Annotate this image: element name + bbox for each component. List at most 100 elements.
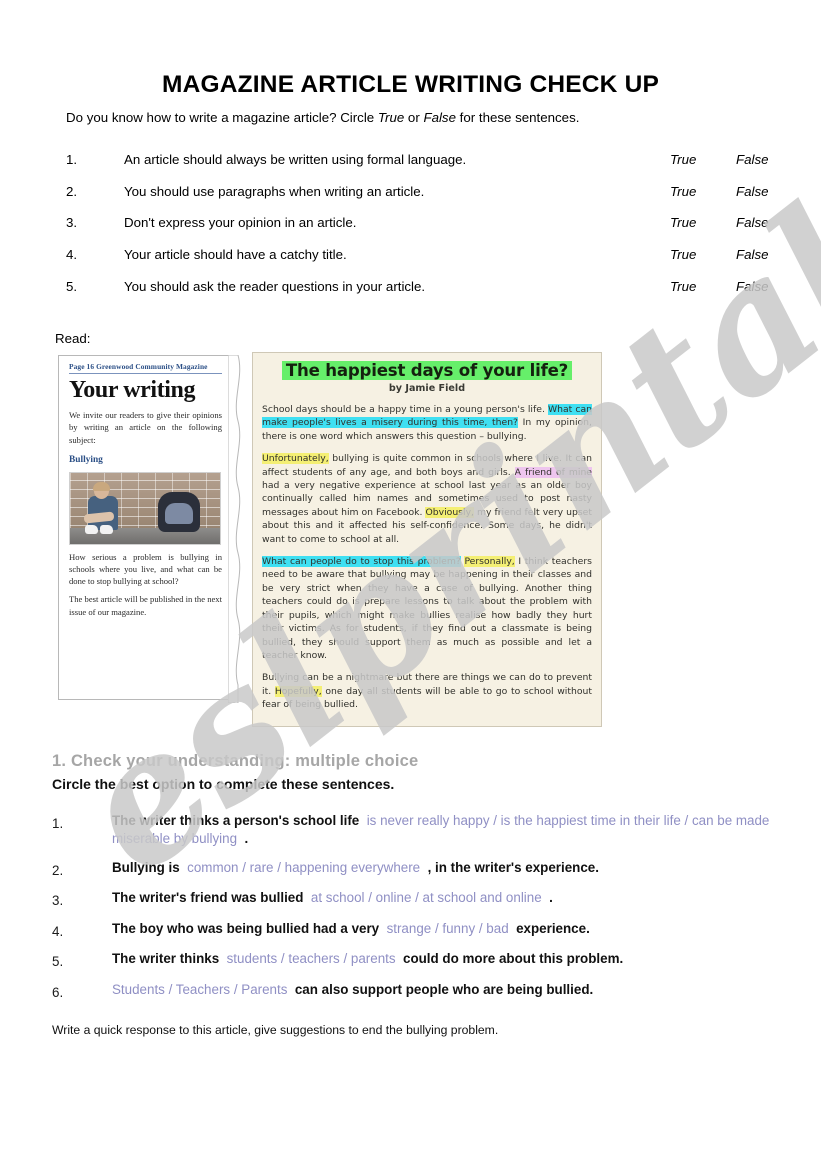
- item-tail: can also support people who are being bu…: [287, 981, 594, 997]
- item-stem: The writer thinks: [112, 951, 227, 967]
- article-text: I think teachers need to be aware that b…: [262, 556, 592, 661]
- true-option[interactable]: True: [670, 184, 696, 199]
- true-false-row: 1. An article should always be written u…: [66, 152, 776, 184]
- boy-shoe-right: [100, 524, 113, 534]
- item-number: 6.: [52, 984, 64, 1000]
- item-number: 5.: [66, 278, 78, 294]
- intro-before: Do you know how to write a magazine arti…: [66, 110, 378, 125]
- highlighted-text-yellow: Hopefully,: [274, 685, 322, 697]
- true-option[interactable]: True: [670, 152, 696, 167]
- item-number: 4.: [52, 923, 64, 939]
- bullying-photo: [69, 471, 221, 545]
- item-body: Bullying is common / rare / happening ev…: [112, 859, 782, 877]
- item-number: 3.: [52, 893, 64, 909]
- article-byline: by Jamie Field: [388, 383, 466, 394]
- article-paragraph: Unfortunately, bullying is quite common …: [262, 452, 592, 546]
- clipping-question: How serious a problem is bullying in sch…: [69, 551, 222, 587]
- multiple-choice-row: 2. Bullying is common / rare / happening …: [52, 859, 782, 878]
- intro-true-word: True: [377, 110, 405, 125]
- item-tail: .: [541, 890, 553, 906]
- article-paragraph: Bullying can be a nightmare but there ar…: [262, 671, 592, 711]
- item-body: Students / Teachers / Parents can also s…: [112, 981, 782, 999]
- multiple-choice-row: 1. The writer thinks a person's school li…: [52, 812, 782, 847]
- true-false-row: 4. Your article should have a catchy tit…: [66, 247, 776, 279]
- item-tail: could do more about this problem.: [395, 951, 624, 967]
- item-options[interactable]: Students / Teachers / Parents: [112, 982, 287, 997]
- item-stem: The writer's friend was bullied: [112, 890, 311, 906]
- student-article: The happiest days of your life? by Jamie…: [252, 352, 602, 727]
- highlighted-text-pink: A friend of mine: [514, 466, 592, 478]
- false-option[interactable]: False: [736, 247, 769, 262]
- false-option[interactable]: False: [736, 184, 769, 199]
- item-statement: Don't express your opinion in an article…: [124, 215, 357, 231]
- section-instruction: Circle the best option to complete these…: [52, 776, 395, 792]
- false-option[interactable]: False: [736, 279, 769, 294]
- multiple-choice-row: 4. The boy who was being bullied had a ve…: [52, 920, 782, 939]
- item-number: 1.: [52, 816, 64, 831]
- highlighted-text-yellow: Unfortunately,: [262, 453, 329, 465]
- intro-false-word: False: [423, 110, 456, 125]
- item-number: 3.: [66, 215, 78, 231]
- intro-middle: or: [404, 110, 424, 125]
- multiple-choice-row: 3. The writer's friend was bullied at sch…: [52, 889, 782, 908]
- highlighted-text-yellow: Personally,: [464, 556, 515, 568]
- multiple-choice-row: 6. Students / Teachers / Parents can also…: [52, 981, 782, 1000]
- item-number: 2.: [52, 862, 64, 878]
- item-statement: An article should always be written usin…: [124, 152, 467, 167]
- false-option[interactable]: False: [736, 215, 769, 230]
- backpack-pocket: [165, 502, 193, 524]
- intro-after: for these sentences.: [455, 110, 580, 125]
- item-tail: .: [237, 830, 249, 846]
- highlighted-text-yellow: Obviously,: [425, 506, 474, 518]
- clipping-subject: Bullying: [69, 454, 103, 465]
- item-tail: , in the writer's experience.: [420, 859, 599, 875]
- true-false-row: 5. You should ask the reader questions i…: [66, 279, 776, 311]
- item-number: 4.: [66, 247, 78, 263]
- writing-task-instruction: Write a quick response to this article, …: [52, 1023, 499, 1037]
- clipping-invitation: We invite our readers to give their opin…: [69, 410, 222, 445]
- true-false-row: 2. You should use paragraphs when writin…: [66, 184, 776, 216]
- article-paragraph: What can people do to stop this problem?…: [262, 555, 592, 662]
- article-body: School days should be a happy time in a …: [262, 403, 592, 712]
- item-stem: The writer thinks a person's school life: [112, 813, 367, 828]
- item-options[interactable]: common / rare / happening everywhere: [187, 860, 420, 875]
- highlighted-text-cyan: What can people do to stop this problem?: [262, 556, 461, 568]
- section-heading: 1. Check your understanding: multiple ch…: [52, 752, 419, 770]
- article-paragraph: School days should be a happy time in a …: [262, 403, 592, 443]
- true-option[interactable]: True: [670, 279, 696, 294]
- item-body: The writer thinks a person's school life…: [112, 812, 782, 847]
- item-tail: experience.: [508, 920, 590, 936]
- item-number: 5.: [52, 954, 64, 970]
- clipping-masthead: Page 16 Greenwood Community Magazine: [69, 362, 222, 374]
- item-body: The writer's friend was bullied at schoo…: [112, 889, 782, 907]
- item-body: The boy who was being bullied had a very…: [112, 920, 782, 938]
- item-options[interactable]: at school / online / at school and onlin…: [311, 890, 542, 905]
- article-text: School days should be a happy time in a …: [262, 404, 548, 415]
- true-false-list: 1. An article should always be written u…: [66, 152, 776, 310]
- item-number: 2.: [66, 183, 78, 199]
- item-statement: You should ask the reader questions in y…: [124, 278, 426, 294]
- multiple-choice-row: 5. The writer thinks students / teachers …: [52, 950, 782, 969]
- item-number: 1.: [66, 152, 78, 167]
- clipping-headline: Your writing: [69, 377, 196, 403]
- clipping-closing: The best article will be published in th…: [69, 594, 222, 617]
- boy-shoe-left: [85, 524, 98, 534]
- article-title-wrap: The happiest days of your life?: [262, 361, 592, 380]
- item-stem: Bullying is: [112, 859, 188, 875]
- item-stem: The boy who was being bullied had a very: [112, 920, 387, 936]
- true-option[interactable]: True: [670, 215, 696, 230]
- boy-hair: [93, 481, 110, 491]
- multiple-choice-list: 1. The writer thinks a person's school li…: [52, 812, 782, 1011]
- false-option[interactable]: False: [736, 152, 769, 167]
- true-option[interactable]: True: [670, 247, 696, 262]
- page-title: MAGAZINE ARTICLE WRITING CHECK UP: [161, 71, 660, 99]
- item-statement: You should use paragraphs when writing a…: [124, 183, 425, 199]
- intro-instruction: Do you know how to write a magazine arti…: [66, 110, 579, 125]
- item-body: The writer thinks students / teachers / …: [112, 950, 782, 968]
- read-label: Read:: [55, 331, 91, 346]
- item-statement: Your article should have a catchy title.: [124, 247, 347, 263]
- item-options[interactable]: students / teachers / parents: [227, 951, 396, 966]
- item-options[interactable]: strange / funny / bad: [387, 921, 509, 936]
- article-title: The happiest days of your life?: [281, 361, 573, 380]
- torn-paper-edge: [228, 355, 241, 703]
